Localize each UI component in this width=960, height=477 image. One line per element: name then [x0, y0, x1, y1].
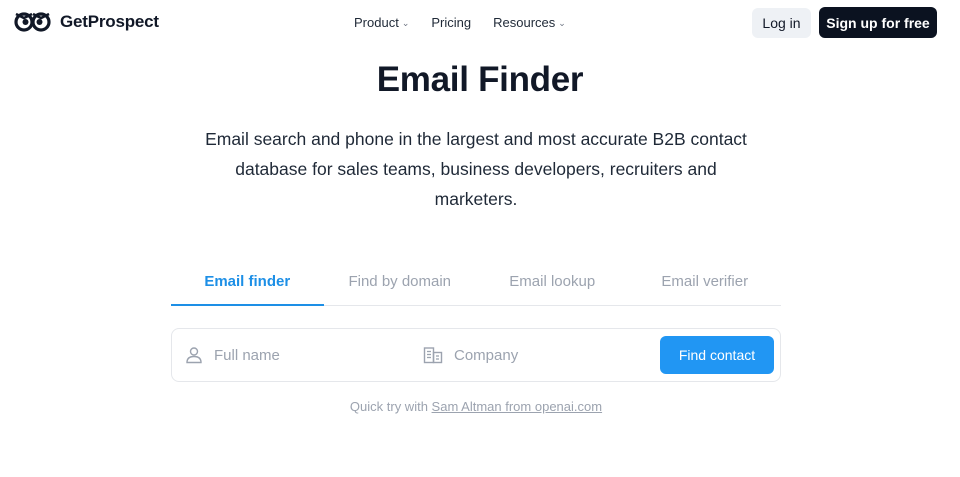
page-subtitle: Email search and phone in the largest an… — [205, 129, 747, 209]
nav-item-pricing[interactable]: Pricing — [431, 15, 471, 30]
company-field — [423, 329, 643, 381]
building-icon — [423, 347, 443, 364]
signup-button[interactable]: Sign up for free — [819, 7, 937, 38]
tab-find-by-domain[interactable]: Find by domain — [324, 266, 477, 305]
main-nav: Product ⌄ Pricing Resources ⌄ — [354, 15, 588, 30]
page-title: Email Finder — [376, 60, 584, 99]
tab-email-verifier[interactable]: Email verifier — [629, 266, 782, 305]
brand-logo[interactable]: GetProspect — [14, 10, 159, 34]
full-name-field — [185, 329, 405, 381]
quick-try-example-link[interactable]: Sam Altman from openai.com — [432, 399, 603, 414]
nav-item-label: Resources — [493, 15, 556, 30]
full-name-input[interactable] — [214, 346, 394, 364]
finder-tabs: Email finder Find by domain Email lookup… — [171, 266, 781, 306]
owl-eyes-icon — [14, 12, 51, 32]
top-navbar: GetProspect Product ⌄ Pricing Resources … — [0, 0, 960, 46]
company-input[interactable] — [454, 346, 634, 364]
quick-try-text: Quick try with Sam Altman from openai.co… — [0, 399, 952, 414]
chevron-down-icon: ⌄ — [558, 17, 566, 28]
tab-email-finder[interactable]: Email finder — [171, 266, 324, 306]
search-form: Find contact — [171, 328, 781, 382]
tab-email-lookup[interactable]: Email lookup — [476, 266, 629, 305]
user-icon — [186, 347, 202, 364]
nav-item-label: Product — [354, 15, 399, 30]
nav-item-label: Pricing — [431, 15, 472, 30]
chevron-down-icon: ⌄ — [401, 17, 410, 28]
quick-try-prefix: Quick try with — [349, 399, 428, 414]
brand-name: GetProspect — [60, 12, 159, 31]
nav-item-resources[interactable]: Resources ⌄ — [493, 15, 566, 30]
login-button[interactable]: Log in — [752, 8, 811, 38]
nav-item-product[interactable]: Product ⌄ — [354, 15, 409, 30]
find-contact-button[interactable]: Find contact — [660, 336, 774, 374]
